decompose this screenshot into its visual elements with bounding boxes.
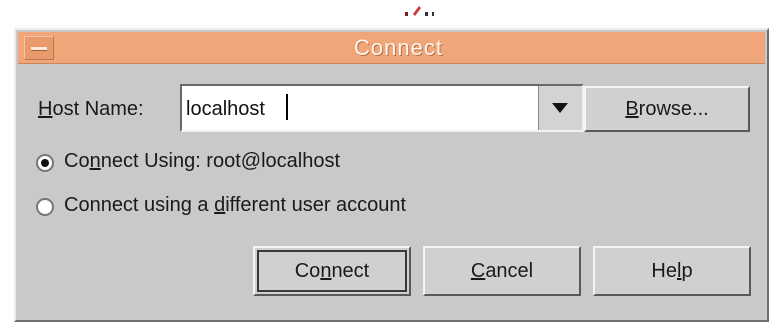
- background-artifact: [405, 6, 434, 16]
- radio-different-user-label[interactable]: Connect using a different user account: [64, 194, 406, 217]
- connect-button[interactable]: Connect: [253, 246, 411, 296]
- help-button[interactable]: Help: [593, 246, 751, 296]
- chevron-down-icon: [552, 103, 568, 113]
- host-dropdown-button[interactable]: [538, 86, 582, 130]
- host-name-combobox[interactable]: [180, 84, 584, 132]
- radio-connect-using-label[interactable]: Connect Using: root@localhost: [64, 150, 340, 173]
- window-title: Connect: [354, 35, 443, 60]
- text-cursor: [286, 94, 288, 120]
- host-name-input[interactable]: [186, 95, 516, 123]
- radio-unselected-icon[interactable]: [36, 198, 54, 216]
- radio-selected-icon[interactable]: [36, 154, 54, 172]
- title-bar[interactable]: Connect: [18, 32, 765, 64]
- host-name-label: Host Name:: [38, 98, 144, 120]
- connect-dialog: Connect Host Name: Browse... Connect Usi…: [14, 28, 769, 322]
- cancel-button[interactable]: Cancel: [423, 246, 581, 296]
- background-strip: [0, 0, 771, 30]
- browse-button[interactable]: Browse...: [584, 86, 750, 132]
